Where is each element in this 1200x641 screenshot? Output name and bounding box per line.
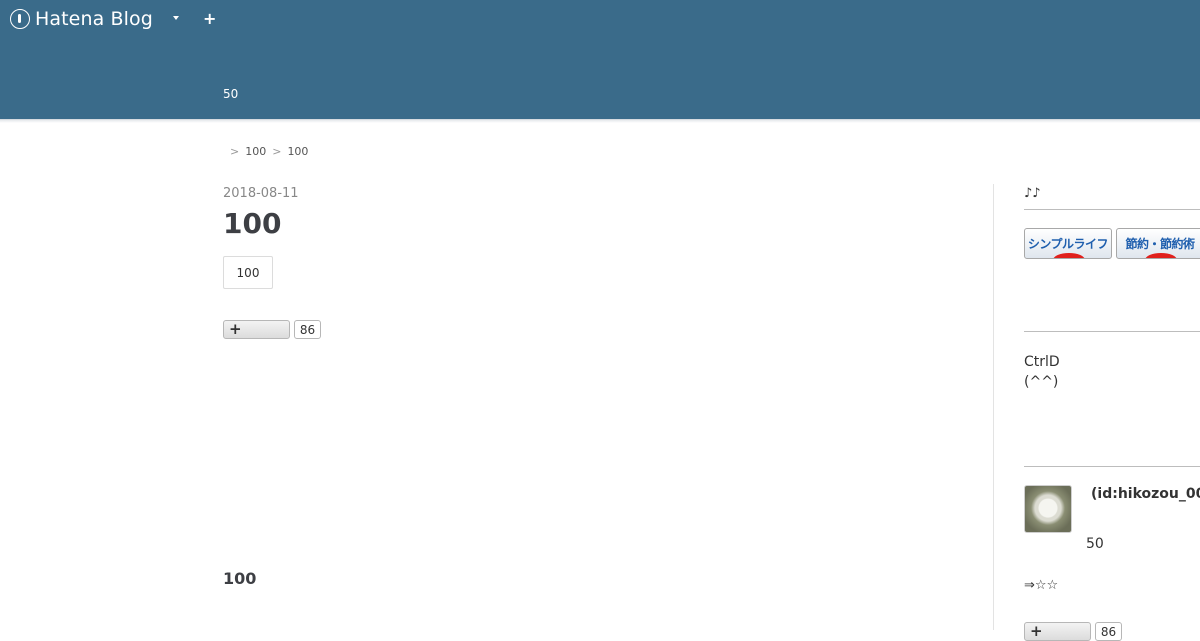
plus-icon: + xyxy=(1030,622,1043,640)
menu-caret-icon[interactable] xyxy=(173,16,179,20)
add-bookmark-button[interactable]: + xyxy=(1024,622,1091,641)
profile-note: 50 xyxy=(1086,536,1104,552)
sidebar-bookmark-widget: + 86 xyxy=(1024,622,1122,641)
banner-red-mark xyxy=(1053,253,1085,258)
profile-stars: ⇒☆☆ xyxy=(1024,578,1059,593)
hatena-global-bar: Hatena Blog + xyxy=(0,0,1200,36)
breadcrumb-item[interactable]: 100 xyxy=(245,145,266,158)
module-divider xyxy=(1024,209,1200,210)
header-shadow xyxy=(0,120,1200,123)
breadcrumb-item[interactable]: 100 xyxy=(287,145,308,158)
blog-description: 50 xyxy=(223,87,239,101)
hatena-blog-brand: Hatena Blog xyxy=(35,8,153,30)
section-heading: 100 xyxy=(223,569,257,588)
breadcrumb: > 100 > 100 xyxy=(230,145,308,158)
entry-title[interactable]: 100 xyxy=(223,207,281,240)
add-plus-icon[interactable]: + xyxy=(203,9,216,28)
breadcrumb-separator: > xyxy=(230,145,240,158)
plus-icon: + xyxy=(229,320,242,338)
sidebar-text-line: CtrlD xyxy=(1024,354,1060,370)
hatena-logo-icon xyxy=(10,9,30,29)
add-bookmark-button[interactable]: + xyxy=(223,320,290,339)
hatena-bookmark-widget: + 86 xyxy=(223,320,321,339)
banner-setsuyaku[interactable]: 節約・節約術 xyxy=(1116,228,1200,259)
sidebar-module-title: ♪♪ xyxy=(1024,186,1041,201)
entry-date[interactable]: 2018-08-11 xyxy=(223,186,299,201)
banner-label: 節約・節約術 xyxy=(1125,237,1195,251)
bookmark-count[interactable]: 86 xyxy=(1095,622,1122,641)
banner-red-mark xyxy=(1145,253,1177,258)
sidebar-divider xyxy=(993,184,994,630)
module-divider xyxy=(1024,466,1200,467)
profile-id[interactable]: (id:hikozou_00 xyxy=(1091,486,1200,502)
bookmark-count[interactable]: 86 xyxy=(294,320,321,339)
hatena-blog-logo[interactable]: Hatena Blog xyxy=(10,8,153,30)
profile-avatar[interactable] xyxy=(1024,485,1072,533)
banner-label: シンプルライフ xyxy=(1027,237,1109,251)
breadcrumb-separator: > xyxy=(272,145,282,158)
banner-simple-life[interactable]: シンプルライフ xyxy=(1024,228,1112,259)
module-divider xyxy=(1024,331,1200,332)
sidebar-text-line: (^^) xyxy=(1024,374,1059,390)
entry-category[interactable]: 100 xyxy=(223,256,273,289)
